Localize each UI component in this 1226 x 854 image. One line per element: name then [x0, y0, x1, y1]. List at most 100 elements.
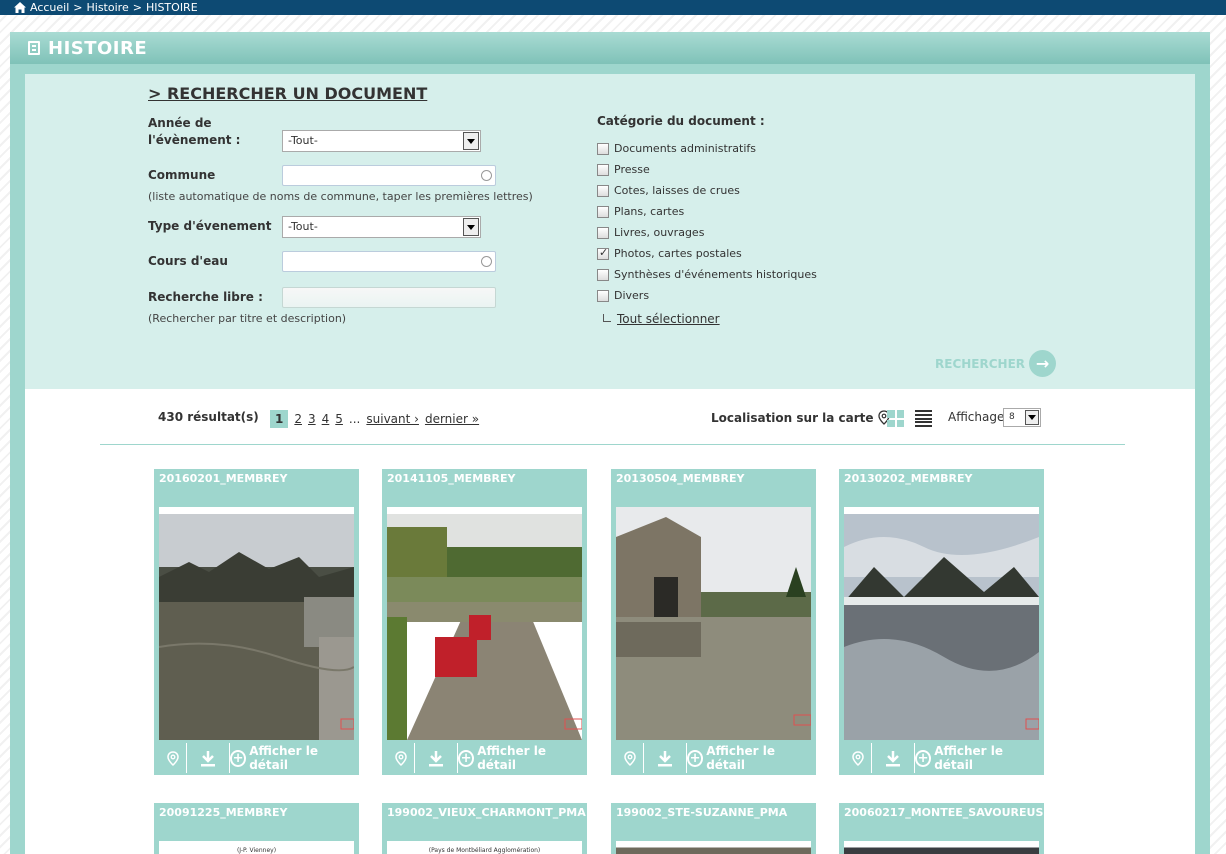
search-title: > RECHERCHER UN DOCUMENT: [148, 84, 428, 103]
card-title: 20130202_MEMBREY: [844, 472, 973, 485]
breadcrumb-separator: >: [132, 1, 142, 14]
map-pin-icon[interactable]: [844, 743, 872, 773]
home-icon[interactable]: [14, 2, 26, 13]
card-photo[interactable]: [387, 507, 582, 740]
category-item[interactable]: Livres, ouvrages: [597, 226, 704, 239]
card-photo[interactable]: [616, 507, 811, 740]
card-title: 199002_VIEUX_CHARMONT_PMA: [387, 806, 586, 819]
page-link[interactable]: 2: [294, 412, 302, 426]
breadcrumb-separator: >: [73, 1, 83, 14]
card-actions: + Afficher le détail: [159, 743, 354, 773]
category-item[interactable]: Plans, cartes: [597, 205, 684, 218]
free-search-hint: (Rechercher par titre et description): [148, 312, 347, 325]
download-icon[interactable]: [872, 743, 915, 773]
map-location-link[interactable]: Localisation sur la carte: [711, 410, 890, 425]
pagination: 1 2 3 4 5 ... suivant › dernier »: [270, 410, 479, 428]
results-count: 430 résultat(s): [158, 410, 259, 424]
category-item[interactable]: Divers: [597, 289, 649, 302]
checkbox[interactable]: [597, 205, 609, 218]
card-title: 20130504_MEMBREY: [616, 472, 745, 485]
category-item[interactable]: Presse: [597, 163, 650, 176]
checkbox[interactable]: [597, 289, 609, 302]
show-detail-button[interactable]: + Afficher le détail: [230, 743, 354, 773]
download-icon[interactable]: [644, 743, 687, 773]
select-all: Tout sélectionner: [603, 312, 720, 326]
category-item[interactable]: Synthèses d'événements historiques: [597, 268, 817, 281]
card-photo[interactable]: [844, 507, 1039, 740]
plus-circle-icon: +: [915, 749, 932, 767]
breadcrumb-home-link[interactable]: Accueil: [30, 1, 69, 14]
result-card: 20130504_MEMBREY + Afficher le détail: [611, 469, 816, 775]
breadcrumb: Accueil > Histoire > HISTOIRE: [0, 0, 1226, 15]
commune-input[interactable]: [282, 165, 496, 186]
histoire-panel: HISTOIRE > RECHERCHER UN DOCUMENT Année …: [10, 32, 1210, 854]
category-title: Catégorie du document :: [597, 114, 765, 128]
year-label: Année de l'évènement :: [148, 116, 241, 147]
card-title: 20091225_MEMBREY: [159, 806, 288, 819]
commune-hint: (liste automatique de noms de commune, t…: [148, 190, 533, 203]
checkbox[interactable]: [597, 226, 609, 239]
result-card: 20091225_MEMBREY (J-P. Vienney): [154, 803, 359, 854]
breadcrumb-histoire-link[interactable]: Histoire: [87, 1, 129, 14]
result-card: 199002_STE-SUZANNE_PMA: [611, 803, 816, 854]
download-icon[interactable]: [187, 743, 230, 773]
card-photo[interactable]: [844, 841, 1039, 854]
plus-circle-icon: +: [687, 749, 704, 767]
page-link[interactable]: 5: [335, 412, 343, 426]
card-photo[interactable]: [616, 841, 811, 854]
card-actions: + Afficher le détail: [616, 743, 811, 773]
checkbox[interactable]: [597, 163, 609, 176]
results-area: 430 résultat(s) 1 2 3 4 5 ... suivant › …: [25, 389, 1195, 854]
card-title: 20160201_MEMBREY: [159, 472, 288, 485]
map-pin-icon[interactable]: [616, 743, 644, 773]
show-detail-button[interactable]: + Afficher le détail: [458, 743, 582, 773]
photo-caption: (J-P. Vienney): [236, 847, 277, 854]
card-title: 20060217_MONTEE_SAVOUREUSE: [844, 806, 1051, 819]
card-actions: + Afficher le détail: [387, 743, 582, 773]
book-icon: [28, 41, 40, 55]
free-search-input[interactable]: [282, 287, 496, 308]
page-title: HISTOIRE: [48, 37, 148, 59]
result-card: 20060217_MONTEE_SAVOUREUSE: [839, 803, 1051, 854]
search-button[interactable]: RECHERCHER →: [935, 350, 1057, 377]
plus-circle-icon: +: [230, 749, 247, 767]
checkbox[interactable]: [597, 142, 609, 155]
checkbox[interactable]: [597, 268, 609, 281]
card-title: 199002_STE-SUZANNE_PMA: [616, 806, 788, 819]
card-photo[interactable]: (J-P. Vienney): [159, 841, 354, 854]
card-title: 20141105_MEMBREY: [387, 472, 516, 485]
display-count-select[interactable]: 8: [1003, 408, 1041, 427]
show-detail-button[interactable]: + Afficher le détail: [915, 743, 1039, 773]
free-search-label: Recherche libre :: [148, 290, 263, 304]
event-type-label: Type d'évenement: [148, 219, 272, 233]
river-input[interactable]: [282, 251, 496, 272]
chevron-down-icon: [1025, 410, 1039, 425]
category-item[interactable]: Cotes, laisses de crues: [597, 184, 740, 197]
checkbox-checked[interactable]: [597, 246, 609, 260]
grid-view-icon[interactable]: [887, 410, 904, 427]
card-photo[interactable]: [159, 507, 354, 740]
page-link[interactable]: 3: [308, 412, 316, 426]
category-item[interactable]: Photos, cartes postales: [597, 246, 742, 260]
card-photo[interactable]: (Pays de Montbéliard Agglomération): [387, 841, 582, 854]
page-link[interactable]: 4: [322, 412, 330, 426]
year-select[interactable]: -Tout-: [282, 130, 481, 152]
list-view-icon[interactable]: [915, 410, 932, 427]
last-page-link[interactable]: dernier »: [425, 412, 479, 426]
display-label: Affichage: [948, 410, 1005, 424]
select-all-link[interactable]: Tout sélectionner: [617, 312, 720, 326]
map-pin-icon[interactable]: [387, 743, 415, 773]
map-pin-icon[interactable]: [159, 743, 187, 773]
next-page-link[interactable]: suivant ›: [366, 412, 419, 426]
divider: [100, 444, 1125, 445]
breadcrumb-current: HISTOIRE: [145, 1, 198, 14]
page-current[interactable]: 1: [270, 410, 289, 428]
download-icon[interactable]: [415, 743, 458, 773]
show-detail-button[interactable]: + Afficher le détail: [687, 743, 811, 773]
event-type-select[interactable]: -Tout-: [282, 216, 481, 238]
plus-circle-icon: +: [458, 749, 475, 767]
result-card: 20130202_MEMBREY + Afficher le détail: [839, 469, 1044, 775]
category-item[interactable]: Documents administratifs: [597, 142, 756, 155]
result-card: 20141105_MEMBREY + Afficher le détail: [382, 469, 587, 775]
checkbox[interactable]: [597, 184, 609, 197]
